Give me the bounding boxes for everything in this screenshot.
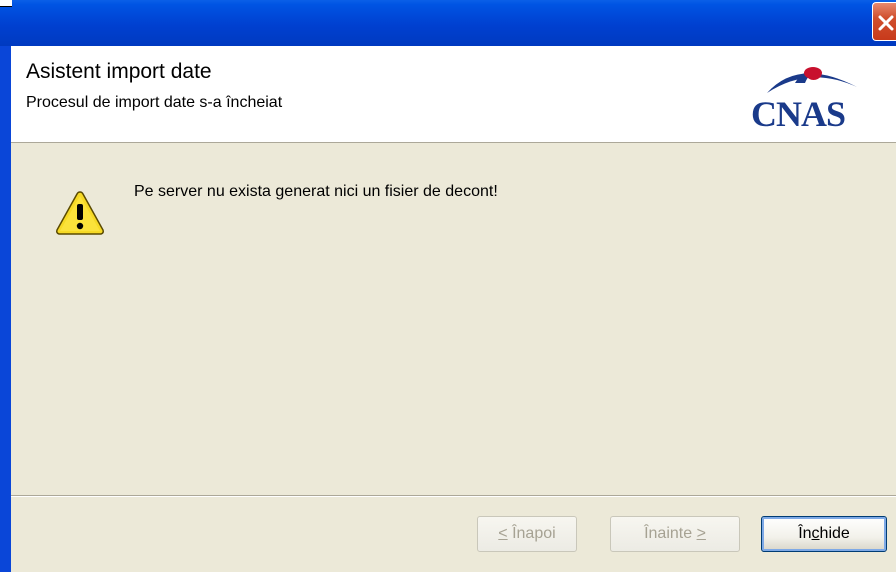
close-label-prefix: În <box>798 525 812 542</box>
logo-text: CNAS <box>751 94 846 134</box>
warning-icon <box>54 189 106 242</box>
separator-highlight <box>11 496 896 497</box>
finish-close-button[interactable]: Închide <box>761 516 887 552</box>
titlebar-corner <box>0 0 12 7</box>
message-text: Pe server nu exista generat nici un fisi… <box>134 183 498 200</box>
close-icon <box>878 15 894 31</box>
close-mnemonic: c <box>811 525 820 542</box>
window-border <box>0 46 11 572</box>
page-subtitle: Procesul de import date s-a încheiat <box>26 94 283 111</box>
close-label-suffix: hide <box>819 525 850 542</box>
next-mnemonic: > <box>696 525 706 542</box>
title-bar[interactable] <box>0 0 896 46</box>
close-button[interactable] <box>872 2 896 41</box>
wizard-body: Asistent import date Procesul de import … <box>11 46 896 572</box>
wizard-header: Asistent import date Procesul de import … <box>11 46 896 143</box>
back-label: Înapoi <box>507 525 556 542</box>
wizard-window: Asistent import date Procesul de import … <box>0 0 896 572</box>
back-mnemonic: < <box>498 525 508 542</box>
page-title: Asistent import date <box>26 60 212 83</box>
cnas-logo: CNAS <box>739 61 889 134</box>
back-button[interactable]: < Înapoi <box>477 516 577 552</box>
next-button[interactable]: Înainte > <box>610 516 740 552</box>
next-label: Înainte <box>644 525 697 542</box>
